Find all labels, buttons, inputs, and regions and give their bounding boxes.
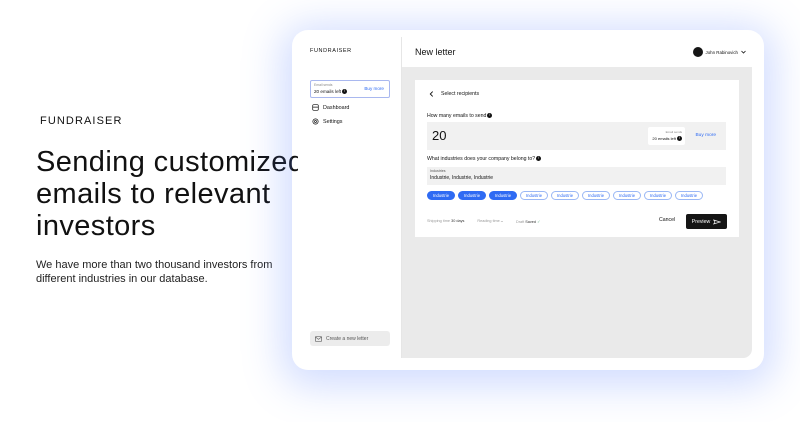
emails-question-text: How many emails to send bbox=[427, 113, 487, 119]
mini-quota-label: Email sends bbox=[665, 130, 682, 134]
user-menu[interactable]: John Rabinovich bbox=[692, 47, 746, 57]
sidebar-item-label: Dashboard bbox=[323, 104, 350, 111]
gear-icon bbox=[312, 118, 319, 125]
user-name: John Rabinovich bbox=[705, 49, 738, 55]
industries-value: Industrie, Industrie, Industrie bbox=[430, 175, 494, 181]
buy-more-link[interactable]: Buy more bbox=[695, 133, 716, 138]
info-icon[interactable]: ! bbox=[677, 136, 682, 142]
headline-line: Sending customized bbox=[36, 146, 305, 178]
page-title: New letter bbox=[415, 47, 456, 57]
industry-question-text: What industries does your company belong… bbox=[427, 156, 536, 162]
shipping-time: Shipping time 30 days bbox=[427, 219, 464, 224]
industry-chip[interactable]: Industrie bbox=[675, 191, 703, 200]
headline-line: investors bbox=[36, 210, 156, 242]
mini-quota-value: 20 emails left! bbox=[652, 136, 682, 142]
reading-time-label: Reading time bbox=[477, 219, 500, 223]
industries-field[interactable]: Industries Industrie, Industrie, Industr… bbox=[427, 167, 726, 185]
draft-value: Saved bbox=[525, 220, 537, 224]
preview-label: Preview bbox=[691, 218, 711, 225]
letter-meta: Shipping time 30 days Reading time – Dra… bbox=[427, 219, 540, 224]
industry-chip[interactable]: Industrie bbox=[613, 191, 641, 200]
email-quota-card: Email sends 20 emails left! Buy more bbox=[310, 80, 390, 98]
shipping-time-label: Shipping time bbox=[427, 219, 451, 223]
hero-headline: Sending customized emails to relevant in… bbox=[36, 146, 305, 242]
draft-status: Draft Saved ✓ bbox=[516, 219, 540, 224]
emails-count-value: 20 bbox=[432, 128, 447, 143]
quota-label: Email sends bbox=[314, 83, 333, 87]
sidebar-item-dashboard[interactable]: Dashboard bbox=[312, 104, 349, 111]
info-icon[interactable]: ! bbox=[487, 113, 493, 119]
preview-button[interactable]: Preview bbox=[686, 214, 727, 229]
chevron-down-icon bbox=[741, 50, 746, 54]
sidebar-brand: FUNDRAISER bbox=[310, 48, 352, 54]
app-window: FUNDRAISER Email sends 20 emails left! B… bbox=[298, 37, 752, 358]
info-icon[interactable]: ! bbox=[342, 89, 348, 95]
quota-value-text: 20 emails left bbox=[314, 89, 342, 94]
info-icon[interactable]: ! bbox=[536, 156, 542, 162]
topbar: New letter John Rabinovich bbox=[402, 37, 752, 67]
industry-chip[interactable]: Industrie bbox=[427, 191, 455, 200]
industries-label: Industries bbox=[430, 169, 446, 173]
emails-question: How many emails to send! bbox=[427, 113, 493, 119]
industry-chip[interactable]: Industrie bbox=[458, 191, 486, 200]
hero-subtext: We have more than two thousand investors… bbox=[36, 259, 273, 285]
card-header: Select recipients bbox=[429, 91, 479, 97]
create-letter-label: Create a new letter bbox=[326, 335, 369, 342]
hero-brand: FUNDRAISER bbox=[40, 115, 123, 127]
sidebar-item-label: Settings bbox=[323, 118, 343, 125]
reading-time-value: – bbox=[500, 219, 503, 223]
headline-line: emails to relevant bbox=[36, 178, 271, 210]
create-letter-button[interactable]: Create a new letter bbox=[310, 331, 390, 346]
industry-chip[interactable]: Industrie bbox=[489, 191, 517, 200]
buy-more-link[interactable]: Buy more bbox=[364, 86, 384, 91]
industry-chip[interactable]: Industrie bbox=[520, 191, 548, 200]
reading-time: Reading time – bbox=[477, 219, 503, 224]
industry-question: What industries does your company belong… bbox=[427, 156, 542, 162]
sidebar-item-settings[interactable]: Settings bbox=[312, 118, 342, 125]
quota-value: 20 emails left! bbox=[314, 89, 348, 95]
mini-quota-value-text: 20 emails left bbox=[652, 136, 676, 141]
sidebar: FUNDRAISER Email sends 20 emails left! B… bbox=[298, 37, 402, 358]
check-icon: ✓ bbox=[537, 220, 541, 224]
avatar bbox=[692, 47, 703, 57]
recipients-card: Select recipients How many emails to sen… bbox=[415, 80, 739, 237]
mini-quota: Email sends 20 emails left! bbox=[648, 127, 685, 145]
industry-chips: Industrie Industrie Industrie Industrie … bbox=[427, 191, 703, 200]
back-arrow-icon[interactable] bbox=[429, 91, 434, 97]
card-title: Select recipients bbox=[441, 91, 480, 97]
draft-label: Draft bbox=[515, 220, 525, 224]
industry-chip[interactable]: Industrie bbox=[551, 191, 579, 200]
industry-chip[interactable]: Industrie bbox=[582, 191, 610, 200]
mail-icon bbox=[315, 335, 322, 342]
main-area: New letter John Rabinovich Select recipi… bbox=[402, 37, 752, 358]
emails-count-field[interactable]: 20 Email sends 20 emails left! Buy more bbox=[427, 122, 726, 150]
dashboard-icon bbox=[312, 104, 319, 111]
industry-chip[interactable]: Industrie bbox=[644, 191, 672, 200]
send-arrow-icon bbox=[713, 218, 722, 225]
cancel-button[interactable]: Cancel bbox=[659, 217, 675, 223]
shipping-time-value: 30 days bbox=[451, 219, 465, 223]
